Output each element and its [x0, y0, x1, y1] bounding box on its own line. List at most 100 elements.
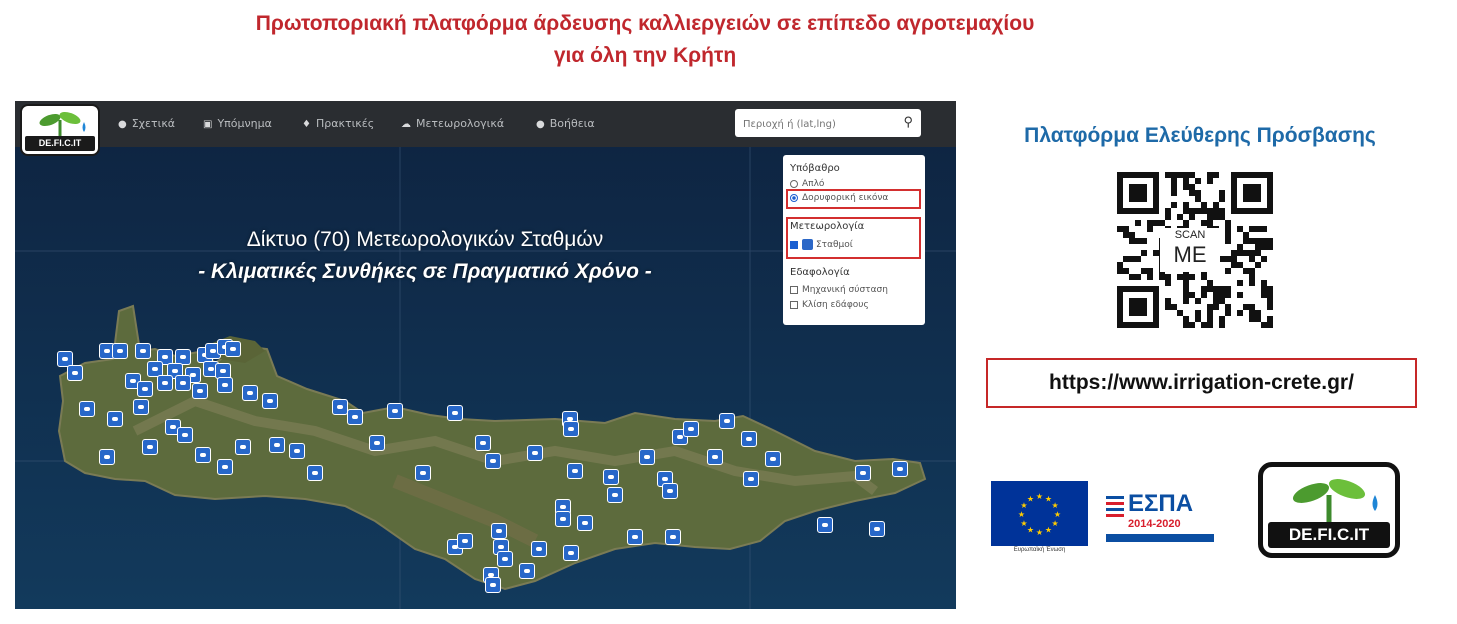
search-box[interactable]: ⚲: [735, 109, 921, 137]
weather-station-marker[interactable]: [332, 399, 348, 415]
search-icon[interactable]: ⚲: [903, 114, 913, 130]
weather-station-marker[interactable]: [137, 381, 153, 397]
weather-station-marker[interactable]: [665, 529, 681, 545]
espa-bar-4: [1106, 514, 1124, 517]
weather-station-marker[interactable]: [817, 517, 833, 533]
weather-station-marker[interactable]: [307, 465, 323, 481]
svg-text:★: ★: [1052, 519, 1059, 528]
eu-flag-logo: ★ ★ ★ ★ ★ ★ ★ ★ ★ ★ ★ ★: [991, 481, 1088, 546]
weather-station-marker[interactable]: [707, 449, 723, 465]
weather-station-marker[interactable]: [662, 483, 678, 499]
platform-url[interactable]: https://www.irrigation-crete.gr/: [986, 358, 1417, 408]
weather-station-marker[interactable]: [743, 471, 759, 487]
weather-station-marker[interactable]: [519, 563, 535, 579]
weather-station-marker[interactable]: [457, 533, 473, 549]
weather-station-marker[interactable]: [415, 465, 431, 481]
soil-title: Εδαφολογία: [790, 267, 850, 278]
weather-station-marker[interactable]: [112, 343, 128, 359]
weather-station-marker[interactable]: [607, 487, 623, 503]
weather-station-marker[interactable]: [242, 385, 258, 401]
weather-station-marker[interactable]: [235, 439, 251, 455]
map-panel[interactable]: ● Σχετικά ▣ Υπόμνημα ♦ Πρακτικές ☁ Μετεωρολο…: [15, 101, 956, 609]
weather-station-marker[interactable]: [485, 577, 501, 593]
nav-help[interactable]: ● Βοήθεια: [536, 101, 595, 147]
headline-line-2: - Κλιματικές Συνθήκες σε Πραγματικό Χρόν…: [198, 260, 652, 283]
weather-station-marker[interactable]: [639, 449, 655, 465]
espa-strip: [1106, 534, 1214, 542]
weather-station-marker[interactable]: [217, 459, 233, 475]
search-input[interactable]: [741, 113, 895, 135]
weather-station-marker[interactable]: [135, 343, 151, 359]
weather-station-marker[interactable]: [99, 449, 115, 465]
logo-text: DE.FI.C.IT: [25, 136, 95, 151]
weather-station-marker[interactable]: [347, 409, 363, 425]
app-logo[interactable]: DE.FI.C.IT: [20, 104, 100, 156]
weather-station-marker[interactable]: [262, 393, 278, 409]
weather-station-marker[interactable]: [555, 511, 571, 527]
page-title: Πρωτοποριακή πλατφόρμα άρδευσης καλλιεργ…: [0, 8, 1290, 72]
weather-station-marker[interactable]: [563, 545, 579, 561]
weather-station-marker[interactable]: [627, 529, 643, 545]
weather-station-marker[interactable]: [491, 523, 507, 539]
espa-name: ΕΣΠΑ: [1128, 490, 1194, 517]
weather-station-marker[interactable]: [192, 383, 208, 399]
soil-option-slope[interactable]: Κλίση εδάφους: [790, 300, 869, 310]
weather-station-marker[interactable]: [107, 411, 123, 427]
checkbox-texture[interactable]: [790, 285, 798, 294]
weather-station-marker[interactable]: [225, 341, 241, 357]
weather-station-marker[interactable]: [67, 365, 83, 381]
weather-station-marker[interactable]: [765, 451, 781, 467]
weather-station-marker[interactable]: [369, 435, 385, 451]
weather-station-marker[interactable]: [892, 461, 908, 477]
radio-plain[interactable]: [790, 179, 798, 188]
weather-station-marker[interactable]: [195, 447, 211, 463]
highlight-satellite: [786, 189, 921, 209]
weather-station-marker[interactable]: [133, 399, 149, 415]
svg-text:★: ★: [1036, 492, 1043, 501]
weather-station-marker[interactable]: [387, 403, 403, 419]
weather-station-marker[interactable]: [497, 551, 513, 567]
weather-station-marker[interactable]: [741, 431, 757, 447]
weather-station-marker[interactable]: [531, 541, 547, 557]
weather-station-marker[interactable]: [855, 465, 871, 481]
weather-station-marker[interactable]: [142, 439, 158, 455]
nav-meteo[interactable]: ☁ Μετεωρολογικά: [401, 101, 504, 147]
basemap-option-plain[interactable]: Απλό: [790, 179, 824, 189]
weather-station-marker[interactable]: [157, 375, 173, 391]
weather-station-marker[interactable]: [269, 437, 285, 453]
weather-station-marker[interactable]: [577, 515, 593, 531]
weather-station-marker[interactable]: [527, 445, 543, 461]
qr-scan-text: SCAN: [1174, 229, 1206, 241]
weather-station-marker[interactable]: [683, 421, 699, 437]
nav-practices[interactable]: ♦ Πρακτικές: [302, 101, 374, 147]
weather-station-marker[interactable]: [289, 443, 305, 459]
title-line-1: Πρωτοποριακή πλατφόρμα άρδευσης καλλιεργ…: [255, 12, 1035, 35]
espa-logo: ΕΣΠΑ 2014-2020: [1106, 490, 1214, 546]
weather-station-marker[interactable]: [485, 453, 501, 469]
weather-station-marker[interactable]: [719, 413, 735, 429]
weather-station-marker[interactable]: [177, 427, 193, 443]
weather-station-marker[interactable]: [603, 469, 619, 485]
svg-text:★: ★: [1027, 526, 1034, 535]
weather-station-marker[interactable]: [567, 463, 583, 479]
image-icon: ▣: [203, 119, 213, 130]
soil-option-texture[interactable]: Μηχανική σύσταση: [790, 285, 888, 295]
checkbox-slope[interactable]: [790, 300, 798, 309]
weather-station-marker[interactable]: [563, 421, 579, 437]
sprout-logo-icon: [1292, 479, 1378, 525]
highlight-meteo: [786, 217, 921, 259]
layer-control: Υπόβαθρο Απλό Δορυφορική εικόνα Μετεωρολ…: [783, 155, 925, 325]
weather-station-marker[interactable]: [79, 401, 95, 417]
weather-station-marker[interactable]: [175, 375, 191, 391]
weather-station-marker[interactable]: [217, 377, 233, 393]
nav-about[interactable]: ● Σχετικά: [118, 101, 175, 147]
weather-station-marker[interactable]: [475, 435, 491, 451]
svg-text:★: ★: [1045, 526, 1052, 535]
nav-legend[interactable]: ▣ Υπόμνημα: [203, 101, 272, 147]
deficit-logo-text: DE.FI.C.IT: [1268, 522, 1390, 548]
weather-station-marker[interactable]: [447, 405, 463, 421]
drop-icon: ♦: [302, 119, 311, 130]
espa-bar-3: [1106, 508, 1124, 511]
svg-text:★: ★: [1054, 510, 1061, 519]
weather-station-marker[interactable]: [869, 521, 885, 537]
